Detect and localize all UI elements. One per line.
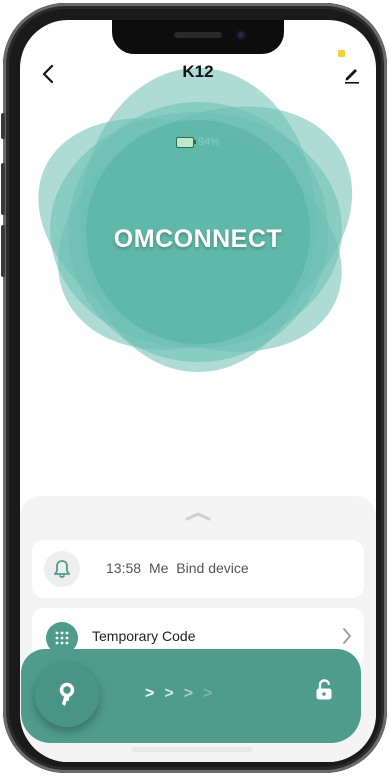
chevron-right-icon [343,628,351,644]
page-title: K12 [182,62,214,81]
battery-icon [175,136,196,148]
keypad-grid-icon [55,631,69,645]
blob-graphic [38,68,353,372]
edit-button[interactable] [338,60,366,88]
unlock-icon-wrapper [315,679,333,706]
top-bar: K12 [20,60,376,90]
device-lock-visual: 94% OMCONNECT [20,50,376,390]
bell-icon-badge [44,551,80,587]
notch [112,20,284,54]
bell-icon [54,560,70,578]
volume-up-button [1,163,5,215]
activity-text: 13:58 Me Bind device [106,560,253,576]
home-indicator [131,747,253,752]
front-camera [236,30,246,40]
activity-card[interactable]: 13:58 Me Bind device [32,540,364,598]
sheet-expand-handle[interactable] [185,508,211,521]
slide-arrows: > > > > [145,685,212,703]
activity-message: Bind device [176,560,249,576]
pencil-icon [345,69,359,84]
slide-arrow: > [145,685,155,702]
chevron-up-icon [185,512,211,521]
unlock-icon [316,679,332,700]
speaker [174,32,222,38]
slide-arrow: > [203,685,213,702]
phone-frame: 94% OMCONNECT K12 13:58 Me Bind device T… [1,3,387,773]
temporary-code-label: Temporary Code [92,628,196,644]
slide-to-unlock-bar[interactable]: > > > > [21,649,361,743]
unlock-key-button[interactable] [35,663,99,727]
slide-arrow: > [164,685,174,702]
activity-time: 13:58 [106,560,142,576]
volume-down-button [1,225,5,277]
slide-arrow: > [183,685,194,702]
activity-user: Me [148,560,169,576]
key-icon [59,682,75,706]
battery-status: 94% [20,136,376,148]
mute-switch [1,113,5,139]
brand-name: OMCONNECT [113,225,283,253]
battery-percent: 94% [197,136,221,148]
